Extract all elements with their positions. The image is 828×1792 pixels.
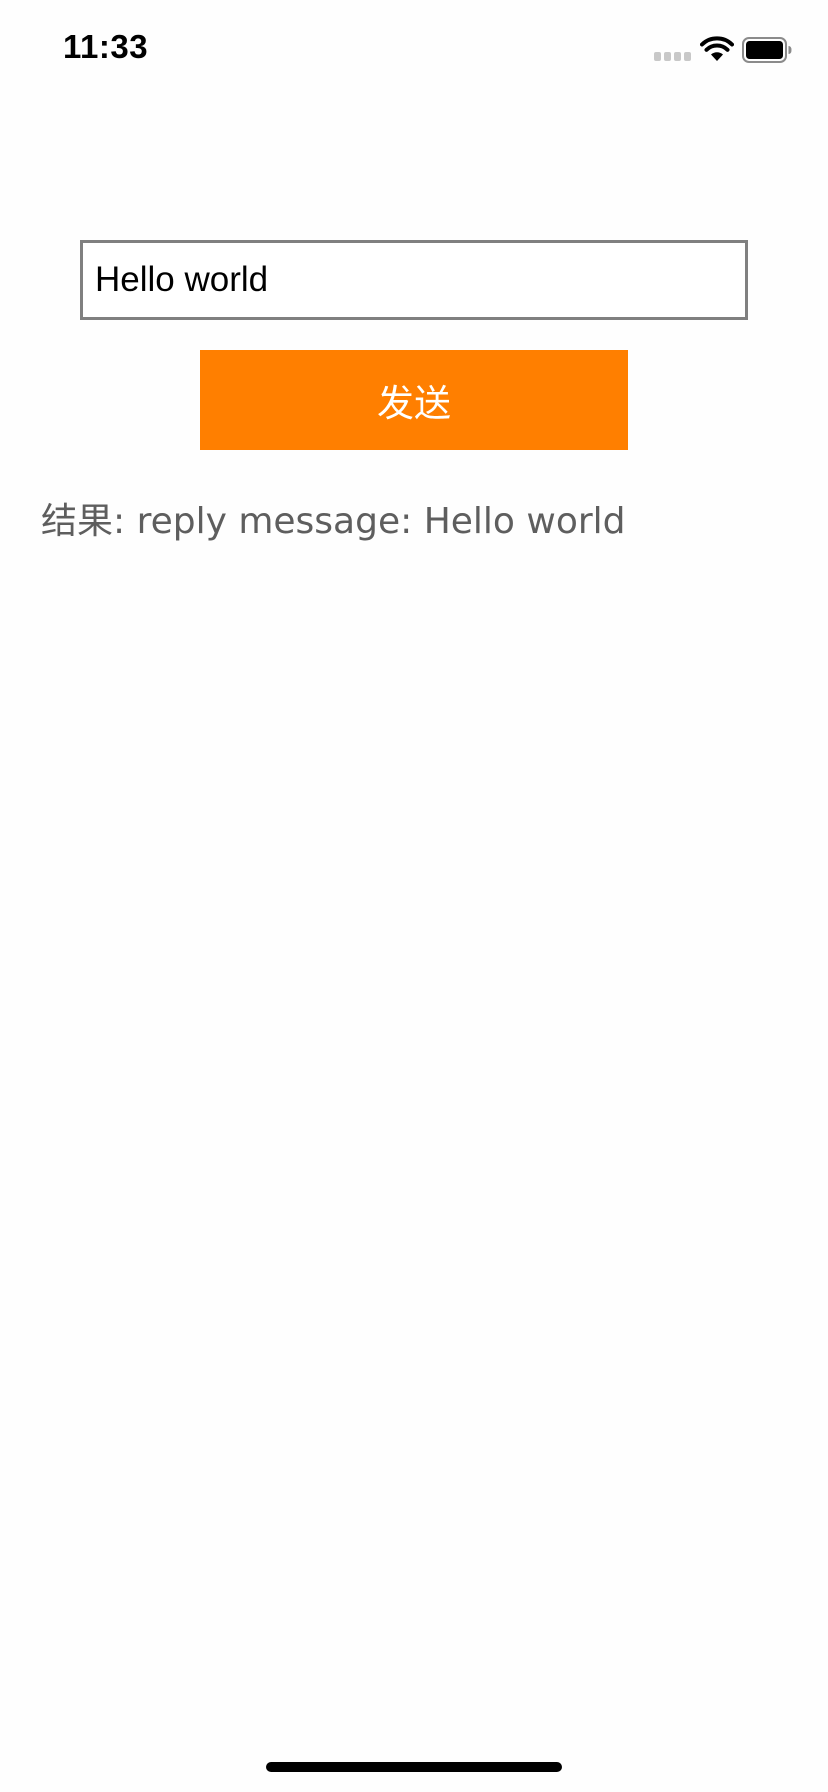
status-bar: 11:33 — [0, 0, 828, 100]
app-screen: 11:33 发送 结果: reply message: Hello world — [0, 0, 828, 1792]
battery-icon — [742, 37, 792, 63]
wifi-icon — [700, 36, 734, 61]
result-text: 结果: reply message: Hello world — [41, 501, 626, 542]
status-time: 11:33 — [63, 28, 149, 65]
cellular-signal-icon — [654, 52, 692, 62]
send-button[interactable]: 发送 — [200, 350, 628, 450]
home-indicator — [266, 1762, 562, 1772]
message-input[interactable] — [80, 240, 748, 320]
